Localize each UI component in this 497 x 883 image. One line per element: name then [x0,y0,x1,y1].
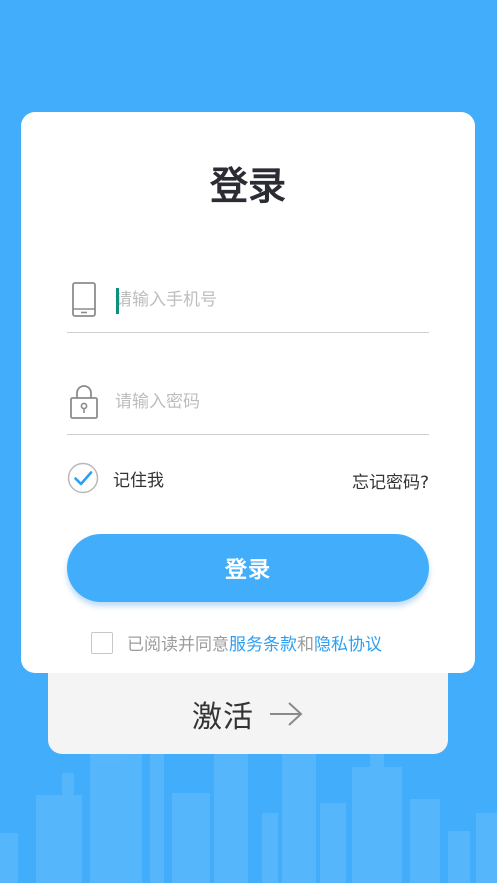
agreement-text: 已阅读并同意服务条款和隐私协议 [127,630,382,655]
remember-me-toggle[interactable]: 记住我 [67,462,164,494]
activate-button[interactable]: 激活 [48,692,448,736]
arrow-right-icon [270,702,303,726]
page-title: 登录 [209,164,286,208]
lock-icon [70,385,98,419]
password-input[interactable] [115,386,415,418]
login-card: 登录 记住我 忘记密码? 登录 已阅读并同意服务条款和隐私协议 [21,112,475,673]
check-circle-icon[interactable] [67,462,99,494]
activate-label: 激活 [192,700,254,735]
city-skyline-illustration [0,733,497,883]
forgot-password-link[interactable]: 忘记密码? [352,468,429,493]
remember-me-label: 记住我 [113,470,164,491]
agreement-checkbox[interactable] [91,631,113,654]
phone-input[interactable] [115,284,415,316]
password-field [67,382,429,435]
text-caret [116,288,119,314]
agreement-prefix: 已阅读并同意 [127,635,229,655]
phone-field [67,280,429,333]
privacy-policy-link[interactable]: 隐私协议 [314,635,382,655]
agreement-conjunction: 和 [297,635,314,655]
phone-icon [72,282,96,317]
login-button[interactable]: 登录 [67,534,429,602]
terms-of-service-link[interactable]: 服务条款 [229,635,297,655]
agreement-row: 已阅读并同意服务条款和隐私协议 [91,630,382,655]
